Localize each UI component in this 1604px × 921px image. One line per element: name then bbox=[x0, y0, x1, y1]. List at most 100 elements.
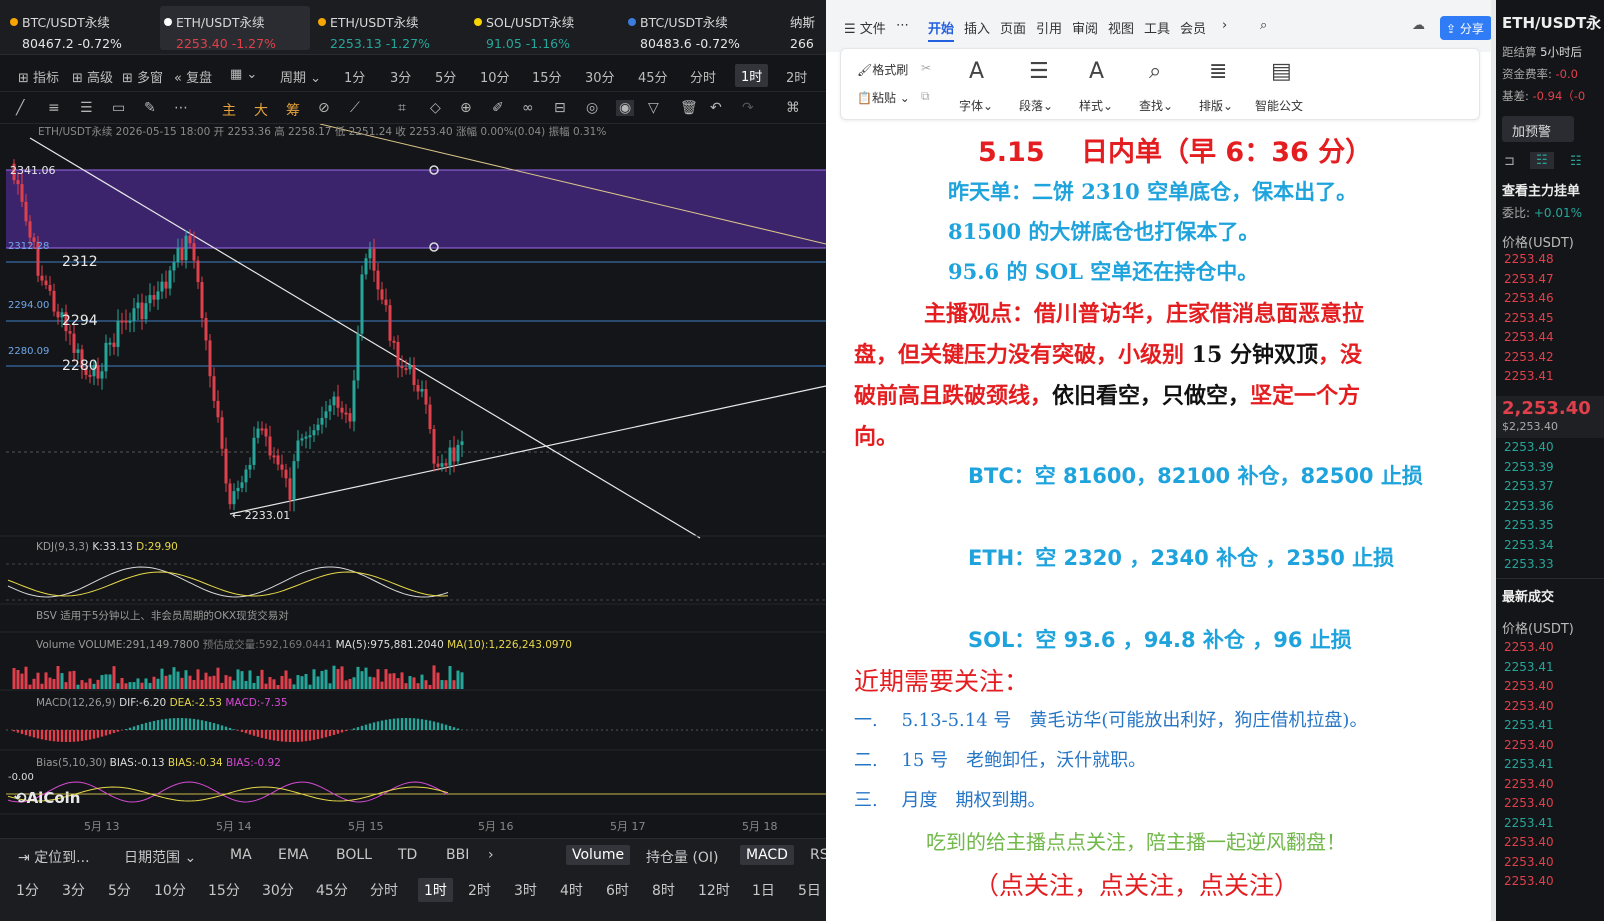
orderbook-price[interactable]: 2253.40 bbox=[1504, 777, 1554, 791]
layout-icon[interactable]: ⊐ bbox=[1504, 154, 1515, 169]
book-view-icon[interactable]: ☷ bbox=[1570, 154, 1582, 169]
ticker-tab[interactable]: BTC/USDT永续 80483.6 -0.72% bbox=[624, 6, 774, 51]
orderbook-price[interactable]: 2253.40 bbox=[1504, 874, 1554, 888]
tab-reference[interactable]: 引用 bbox=[1036, 18, 1062, 37]
magnet-icon[interactable]: ⟋ bbox=[350, 100, 360, 116]
period-timeline[interactable]: 分时 bbox=[690, 67, 716, 86]
period-dropdown[interactable]: 周期 ⌄ bbox=[280, 67, 321, 86]
tab-view[interactable]: 视图 bbox=[1108, 18, 1134, 37]
date-range-dropdown[interactable]: 日期范围 ⌄ bbox=[124, 847, 196, 867]
period-15m[interactable]: 15分 bbox=[532, 67, 562, 86]
layout-button[interactable]: 排版⌄ bbox=[1199, 97, 1233, 114]
ticker-tab[interactable]: ETH/USDT永续 2253.13 -1.27% bbox=[314, 6, 464, 51]
undo-icon[interactable]: ↶ bbox=[710, 100, 722, 116]
add-alert-button[interactable]: 加预警 bbox=[1502, 116, 1574, 142]
document-page[interactable]: 5.15 日内单（早 6：36 分） 昨天单：二饼 2310 空单底仓，保本出了… bbox=[848, 124, 1458, 921]
tab-page[interactable]: 页面 bbox=[1000, 18, 1026, 37]
main-tool-icon[interactable]: 主 bbox=[222, 100, 236, 120]
tab-insert[interactable]: 插入 bbox=[964, 18, 990, 37]
period-2h[interactable]: 2时 bbox=[786, 67, 807, 86]
book-view-icon[interactable]: ☷ bbox=[1530, 152, 1554, 169]
more-tools-icon[interactable]: ⋯ bbox=[174, 100, 188, 116]
hline-tool-icon[interactable]: ≡ bbox=[48, 100, 60, 116]
sync-icon[interactable]: ◉ bbox=[616, 100, 635, 116]
period-button[interactable]: 4时 bbox=[560, 880, 583, 900]
indicator-ma[interactable]: MA bbox=[230, 847, 252, 863]
orderbook-price[interactable]: 2253.40 bbox=[1504, 640, 1554, 654]
period-button-active[interactable]: 1时 bbox=[418, 878, 453, 902]
paste-button[interactable]: 📋粘贴 ⌄ bbox=[857, 89, 910, 106]
period-5m[interactable]: 5分 bbox=[435, 67, 456, 86]
tab-tools[interactable]: 工具 bbox=[1144, 18, 1170, 37]
trendline-tool-icon[interactable]: ╱ bbox=[16, 100, 24, 116]
orderbook-price[interactable]: 2253.36 bbox=[1504, 499, 1554, 513]
period-button[interactable]: 6时 bbox=[606, 880, 629, 900]
period-button[interactable]: 3时 bbox=[514, 880, 537, 900]
period-button[interactable]: 30分 bbox=[262, 880, 294, 900]
big-tool-icon[interactable]: 大 bbox=[254, 100, 268, 120]
ticker-tab[interactable]: BTC/USDT永续 80467.2 -0.72% bbox=[6, 6, 156, 51]
orderbook-price[interactable]: 2253.47 bbox=[1504, 272, 1554, 286]
resistance-zone[interactable] bbox=[6, 170, 826, 248]
period-button[interactable]: 2时 bbox=[468, 880, 491, 900]
main-orders-link[interactable]: 查看主力挂单 bbox=[1502, 180, 1580, 199]
period-30m[interactable]: 30分 bbox=[585, 67, 615, 86]
period-button[interactable]: 3分 bbox=[62, 880, 85, 900]
font-button[interactable]: 字体⌄ bbox=[959, 97, 993, 114]
chevron-right-icon[interactable]: › bbox=[488, 847, 494, 863]
rect-tool-icon[interactable]: ▭ bbox=[112, 100, 125, 116]
orderbook-price[interactable]: 2253.41 bbox=[1504, 660, 1554, 674]
advanced-button[interactable]: ⊞ 高级 bbox=[72, 67, 113, 86]
tab-review[interactable]: 审阅 bbox=[1072, 18, 1098, 37]
share-button[interactable]: ⇪ 分享 bbox=[1440, 16, 1492, 40]
indicator-bbi[interactable]: BBI bbox=[446, 847, 469, 863]
chevron-right-icon[interactable]: › bbox=[1222, 18, 1227, 33]
orderbook-price[interactable]: 2253.40 bbox=[1504, 738, 1554, 752]
period-button[interactable]: 1分 bbox=[16, 880, 39, 900]
style-button[interactable]: 样式⌄ bbox=[1079, 97, 1113, 114]
period-1h[interactable]: 1时 bbox=[735, 64, 769, 87]
period-button[interactable]: 1日 bbox=[752, 880, 775, 900]
indicator-button[interactable]: ⊞ 指标 bbox=[18, 67, 59, 86]
orderbook-price[interactable]: 2253.42 bbox=[1504, 350, 1554, 364]
tab-member[interactable]: 会员 bbox=[1180, 18, 1206, 37]
tab-home[interactable]: 开始 bbox=[928, 18, 955, 42]
period-button[interactable]: 12时 bbox=[698, 880, 730, 900]
orderbook-price[interactable]: 2253.40 bbox=[1504, 835, 1554, 849]
redo-icon[interactable]: ↷ bbox=[742, 100, 754, 116]
link-icon[interactable]: ∞ bbox=[522, 100, 534, 116]
more-menu-icon[interactable]: ⋯ bbox=[896, 18, 909, 33]
smart-doc-button[interactable]: 智能公文 bbox=[1255, 97, 1303, 114]
cut-icon[interactable]: ✂ bbox=[921, 61, 931, 75]
search-icon[interactable]: ⌕ bbox=[1260, 18, 1267, 33]
period-button[interactable]: 5日 bbox=[798, 880, 821, 900]
orderbook-price[interactable]: 2253.48 bbox=[1504, 252, 1554, 266]
compare-icon[interactable]: ⊘ bbox=[318, 100, 330, 116]
channel-tool-icon[interactable]: ☰ bbox=[80, 100, 93, 116]
orderbook-price[interactable]: 2253.41 bbox=[1504, 757, 1554, 771]
indicator-macd[interactable]: MACD bbox=[740, 845, 794, 865]
orderbook-price[interactable]: 2253.40 bbox=[1504, 679, 1554, 693]
orderbook-price[interactable]: 2253.39 bbox=[1504, 460, 1554, 474]
orderbook-price[interactable]: 2253.41 bbox=[1504, 718, 1554, 732]
format-painter-button[interactable]: 🖌格式刷 bbox=[857, 61, 908, 78]
paragraph-button[interactable]: 段落⌄ bbox=[1019, 97, 1053, 114]
indicator-td[interactable]: TD bbox=[398, 847, 417, 863]
orderbook-price[interactable]: 2253.34 bbox=[1504, 538, 1554, 552]
orderbook-price[interactable]: 2253.46 bbox=[1504, 291, 1554, 305]
kline-chart[interactable]: 2341.06 2312.28 2294.00 2280.09 2312 229… bbox=[0, 124, 826, 838]
file-menu[interactable]: ☰ 文件 bbox=[844, 18, 886, 37]
period-button[interactable]: 15分 bbox=[208, 880, 240, 900]
replay-button[interactable]: « 复盘 bbox=[174, 67, 212, 86]
orderbook-price[interactable]: 2253.37 bbox=[1504, 479, 1554, 493]
indicator-rsi[interactable]: RS bbox=[810, 847, 826, 863]
filter-icon[interactable]: ▽ bbox=[648, 100, 659, 116]
eraser-icon[interactable]: ◇ bbox=[430, 100, 441, 116]
pen-tool-icon[interactable]: ✎ bbox=[144, 100, 156, 116]
ticker-tab[interactable]: 纳斯 266 bbox=[790, 6, 826, 51]
period-10m[interactable]: 10分 bbox=[480, 67, 510, 86]
orderbook-price[interactable]: 2253.40 bbox=[1504, 440, 1554, 454]
camera-icon[interactable]: ⌘ bbox=[786, 100, 800, 116]
eye-icon[interactable]: ◎ bbox=[586, 100, 598, 116]
period-button[interactable]: 5分 bbox=[108, 880, 131, 900]
